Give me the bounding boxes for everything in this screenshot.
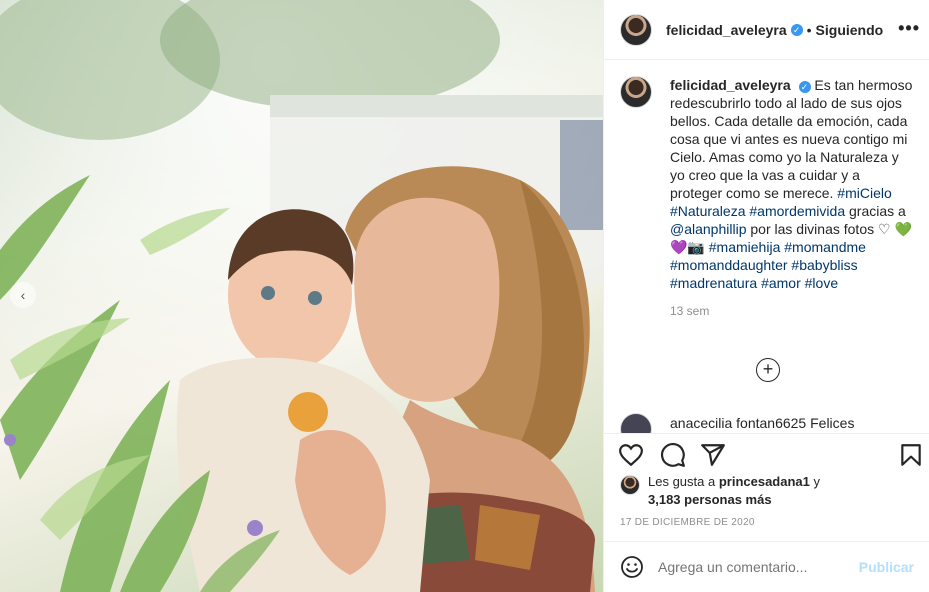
bookmark-icon[interactable]: [898, 442, 924, 468]
caption-text: felicidad_aveleyra ✓ Es tan hermoso rede…: [670, 76, 914, 292]
share-icon[interactable]: [700, 442, 726, 468]
verified-badge-icon: ✓: [790, 23, 803, 36]
likes-count-link[interactable]: 3,183 personas más: [648, 492, 772, 507]
post-photo[interactable]: ‹: [0, 0, 603, 592]
comment-icon[interactable]: [660, 442, 686, 468]
verified-badge-icon: ✓: [798, 81, 811, 93]
load-more-comments-button[interactable]: +: [756, 358, 780, 382]
comment-item: anacecilia fontan6625 Felices: [620, 413, 854, 433]
avatar[interactable]: [620, 413, 652, 433]
comment-text: anacecilia fontan6625 Felices: [670, 415, 855, 431]
hashtag-link[interactable]: #miCielo: [837, 185, 891, 201]
following-button[interactable]: Siguiendo: [816, 22, 884, 38]
likes-summary: Les gusta a princesadana1 y 3,183 person…: [620, 473, 820, 509]
plus-circle-icon: +: [762, 359, 774, 379]
carousel-prev-button[interactable]: ‹: [10, 282, 36, 308]
action-bar: [604, 433, 929, 473]
caption-timestamp[interactable]: 13 sem: [670, 304, 914, 318]
hashtag-link[interactable]: #momanddaughter: [670, 257, 788, 273]
emoji-picker-icon[interactable]: [620, 555, 644, 579]
hashtag-link[interactable]: #love: [805, 275, 838, 291]
heart-icon[interactable]: [618, 442, 644, 468]
hashtag-link[interactable]: #madrenatura: [670, 275, 757, 291]
comments-section[interactable]: felicidad_aveleyra ✓ Es tan hermoso rede…: [604, 60, 929, 433]
caption-body: Es tan hermoso redescubrirlo todo al lad…: [670, 77, 913, 201]
caption-row: felicidad_aveleyra ✓ Es tan hermoso rede…: [620, 76, 914, 292]
post-header: felicidad_aveleyra ✓ • Siguiendo •••: [604, 0, 929, 60]
more-options-icon[interactable]: •••: [898, 18, 920, 39]
post-date[interactable]: 17 DE DICIEMBRE DE 2020: [620, 517, 755, 528]
hashtag-link[interactable]: #amor: [761, 275, 801, 291]
caption-body: gracias a: [845, 203, 906, 219]
likes-prefix: Les gusta a: [648, 474, 719, 489]
hashtag-link[interactable]: #Naturaleza: [670, 203, 746, 219]
comment-input[interactable]: [658, 559, 858, 575]
chevron-left-icon: ‹: [20, 287, 26, 303]
hashtag-link[interactable]: #momandme: [784, 239, 866, 255]
white-heart-emoji: ♡: [878, 221, 891, 237]
separator-dot: •: [806, 21, 812, 38]
avatar[interactable]: [620, 13, 652, 46]
liker-username[interactable]: princesadana1: [719, 474, 810, 489]
avatar[interactable]: [620, 475, 640, 495]
caption-username[interactable]: felicidad_aveleyra: [670, 77, 791, 93]
likes-text: Les gusta a princesadana1 y 3,183 person…: [648, 473, 820, 509]
add-comment-bar: Publicar: [604, 541, 929, 592]
mention-link[interactable]: @alanphillip: [670, 221, 746, 237]
post-comment-button[interactable]: Publicar: [859, 559, 914, 575]
hashtag-link[interactable]: #mamiehija: [709, 239, 781, 255]
hashtag-link[interactable]: #amordemivida: [749, 203, 845, 219]
likes-suffix: y: [809, 474, 820, 489]
hashtag-link[interactable]: #babybliss: [791, 257, 857, 273]
photo-illustration: [0, 0, 603, 592]
caption-body: por las divinas fotos: [746, 221, 878, 237]
header-username[interactable]: felicidad_aveleyra: [666, 22, 787, 38]
avatar[interactable]: [620, 76, 652, 108]
post-sidebar: felicidad_aveleyra ✓ • Siguiendo ••• fel…: [603, 0, 929, 592]
